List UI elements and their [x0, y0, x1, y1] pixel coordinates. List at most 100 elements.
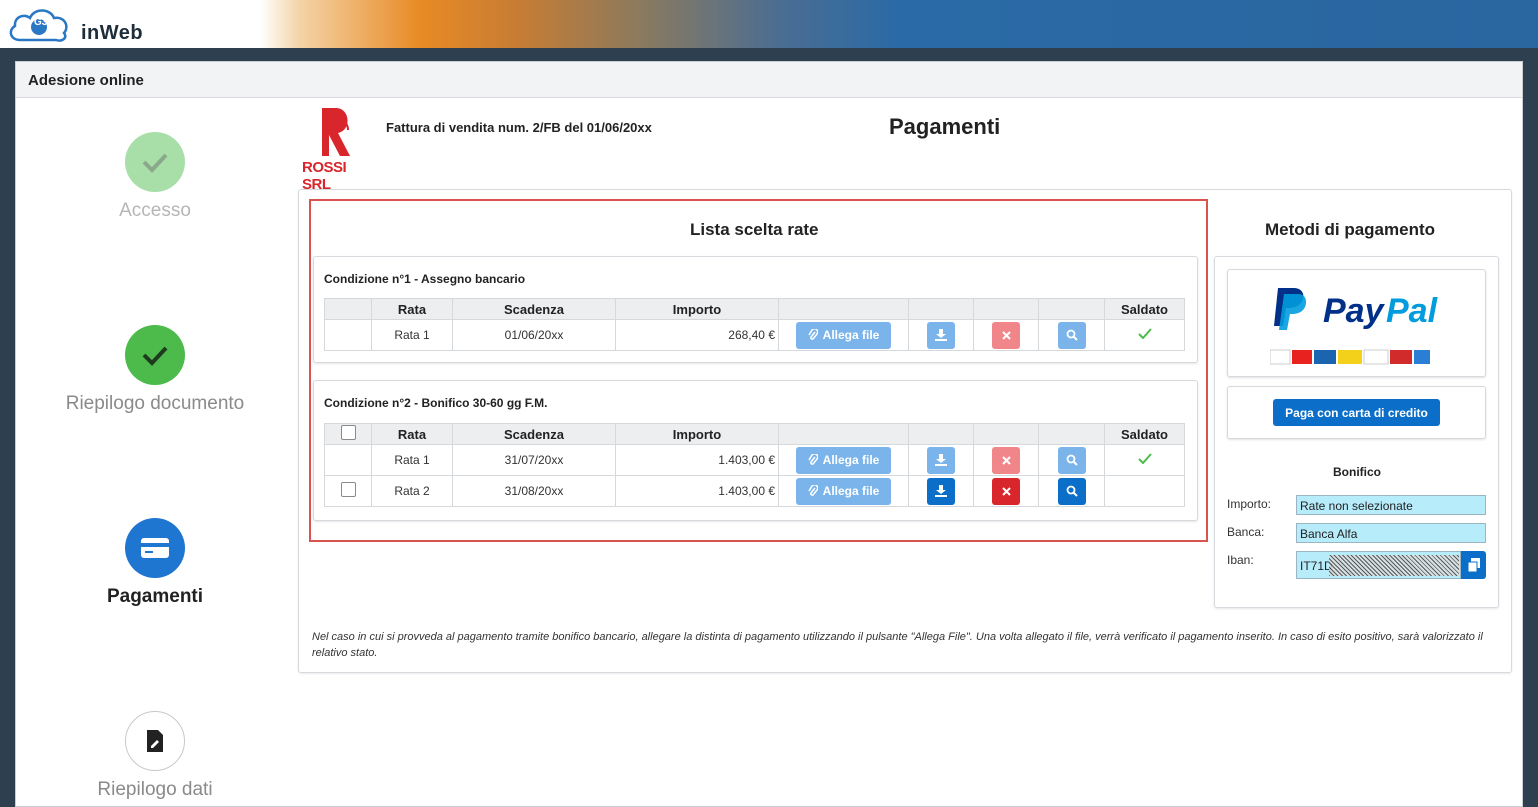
logo-text: inWeb — [81, 22, 144, 44]
view-button[interactable] — [1057, 321, 1086, 349]
saldato-cell — [1104, 319, 1185, 351]
check-icon — [1137, 453, 1152, 465]
table-header-row: Rata Scadenza Importo Saldato — [324, 423, 1185, 445]
col-scadenza: Scadenza — [452, 423, 616, 445]
download-button[interactable] — [927, 477, 955, 505]
step-label: Riepilogo dati — [97, 779, 213, 800]
col-view — [1038, 423, 1105, 445]
step-riepilogo-documento[interactable]: Riepilogo documento — [25, 325, 285, 415]
scadenza-cell: 31/08/20xx — [452, 475, 616, 507]
select-cell — [324, 475, 372, 507]
col-scadenza: Scadenza — [452, 298, 616, 320]
view-cell — [1038, 444, 1105, 476]
paypal-text-pay: Pay — [1323, 292, 1384, 330]
document-edit-icon — [147, 730, 163, 752]
allega-file-label: Allega file — [822, 484, 880, 498]
step-accesso[interactable]: Accesso — [25, 132, 285, 222]
col-delete — [973, 298, 1039, 320]
close-icon — [1001, 330, 1011, 340]
copy-iban-button[interactable] — [1461, 551, 1486, 579]
banca-label: Banca: — [1227, 525, 1265, 539]
col-allega — [778, 423, 909, 445]
delete-cell — [973, 444, 1039, 476]
table-header-row: Rata Scadenza Importo Saldato — [324, 298, 1185, 320]
table-row: Rata 1 31/07/20xx 1.403,00 € Allega file — [324, 444, 1185, 476]
download-icon — [935, 454, 947, 466]
allega-cell: Allega file — [778, 444, 909, 476]
importo-field[interactable]: Rate non selezionate — [1296, 495, 1486, 515]
invoice-title: Fattura di vendita num. 2/FB del 01/06/2… — [386, 120, 652, 135]
pay-credit-card-button[interactable]: Paga con carta di credito — [1273, 399, 1440, 426]
search-icon — [1066, 329, 1078, 341]
view-button[interactable] — [1057, 477, 1086, 505]
delete-cell — [973, 475, 1039, 507]
col-saldato: Saldato — [1104, 423, 1185, 445]
allega-file-label: Allega file — [822, 453, 880, 467]
rata-cell: Rata 1 — [371, 444, 453, 476]
step-label: Accesso — [119, 200, 191, 221]
rate-table: Rata Scadenza Importo Saldato Rata 1 01/… — [324, 298, 1185, 351]
iban-label: Iban: — [1227, 553, 1254, 567]
delete-button[interactable] — [992, 477, 1020, 505]
rata-cell: Rata 2 — [371, 475, 453, 507]
download-icon — [935, 485, 947, 497]
scadenza-cell: 31/07/20xx — [452, 444, 616, 476]
row-checkbox[interactable] — [340, 482, 356, 497]
rate-list-title: Lista scelta rate — [690, 220, 819, 239]
download-button[interactable] — [927, 321, 955, 349]
banca-field[interactable]: Banca Alfa — [1296, 523, 1486, 543]
check-icon — [1137, 328, 1152, 340]
col-delete — [973, 423, 1039, 445]
check-icon — [142, 153, 168, 173]
importo-cell: 1.403,00 € — [615, 475, 779, 507]
app-logo[interactable]: G3 inWeb — [6, 4, 146, 44]
step-riepilogo-dati[interactable]: Riepilogo dati — [25, 711, 285, 801]
step-pagamenti[interactable]: Pagamenti — [25, 518, 285, 608]
condition-card: Condizione n°2 - Bonifico 30-60 gg F.M. … — [313, 380, 1198, 521]
download-button[interactable] — [927, 446, 955, 474]
check-icon — [142, 346, 168, 366]
col-select — [324, 298, 372, 320]
paperclip-icon — [808, 485, 818, 496]
logo-badge: G3 — [34, 17, 48, 28]
delete-button[interactable] — [992, 321, 1020, 349]
view-cell — [1038, 475, 1105, 507]
allega-file-button[interactable]: Allega file — [796, 446, 891, 474]
download-cell — [908, 319, 974, 351]
saldato-cell — [1104, 444, 1185, 476]
iban-redacted — [1329, 555, 1459, 576]
col-view — [1038, 298, 1105, 320]
delete-cell — [973, 319, 1039, 351]
col-rata: Rata — [371, 423, 453, 445]
allega-file-button[interactable]: Allega file — [796, 321, 891, 349]
importo-cell: 268,40 € — [615, 319, 779, 351]
delete-button[interactable] — [992, 446, 1020, 474]
download-cell — [908, 444, 974, 476]
view-button[interactable] — [1057, 446, 1086, 474]
iban-field[interactable]: IT71D — [1296, 551, 1461, 579]
bonifico-title: Bonifico — [1333, 465, 1381, 479]
condition-card: Condizione n°1 - Assegno bancario Rata S… — [313, 256, 1198, 363]
col-importo: Importo — [615, 423, 779, 445]
iban-value: IT71D — [1300, 559, 1333, 573]
paypal-option[interactable]: Pay Pal — [1227, 269, 1486, 377]
allega-file-label: Allega file — [822, 328, 880, 342]
scadenza-cell: 01/06/20xx — [452, 319, 616, 351]
payment-methods-title: Metodi di pagamento — [1265, 220, 1435, 239]
payment-note: Nel caso in cui si provveda al pagamento… — [312, 631, 1483, 659]
importo-cell: 1.403,00 € — [615, 444, 779, 476]
allega-file-button[interactable]: Allega file — [796, 477, 891, 505]
paperclip-icon — [808, 454, 818, 465]
select-all-checkbox[interactable] — [340, 425, 356, 440]
download-cell — [908, 475, 974, 507]
select-cell — [324, 444, 372, 476]
company-name: ROSSI SRL — [302, 159, 347, 193]
copy-icon — [1467, 558, 1480, 572]
step-label: Riepilogo documento — [65, 393, 245, 414]
step-label: Pagamenti — [106, 586, 204, 607]
credit-card-icon — [141, 538, 169, 558]
download-icon — [935, 329, 947, 341]
search-icon — [1066, 454, 1078, 466]
col-importo: Importo — [615, 298, 779, 320]
close-icon — [1001, 486, 1011, 496]
